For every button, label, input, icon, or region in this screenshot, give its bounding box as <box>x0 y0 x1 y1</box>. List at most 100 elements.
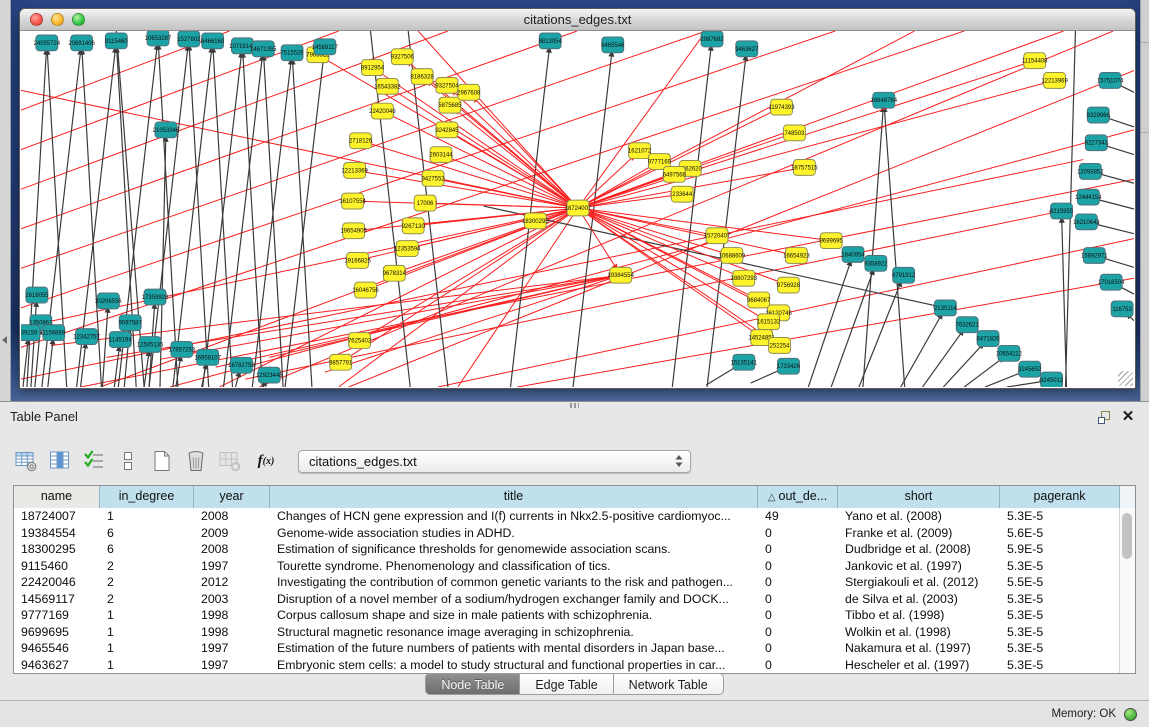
row-height-icon[interactable] <box>116 449 140 473</box>
graph-edge[interactable] <box>418 208 578 246</box>
column-header-in_degree[interactable]: in_degree <box>100 486 194 508</box>
graph-edge[interactable] <box>235 376 238 387</box>
graph-edge[interactable] <box>48 343 53 387</box>
graph-edge[interactable] <box>751 371 779 383</box>
window-resize-grip[interactable] <box>1118 371 1133 386</box>
graph-node-label: 17006 <box>417 201 434 207</box>
table-row[interactable]: 2242004622012Investigating the contribut… <box>14 574 1135 591</box>
table-row[interactable]: 1938455462009Genome-wide association stu… <box>14 525 1135 542</box>
graph-edge[interactable] <box>943 347 980 387</box>
graph-edge[interactable] <box>706 368 734 385</box>
graph-edge[interactable] <box>1121 287 1134 294</box>
column-header-year[interactable]: year <box>194 486 270 508</box>
graph-edge[interactable] <box>863 111 883 387</box>
graph-edge[interactable] <box>672 50 710 387</box>
graph-edge[interactable] <box>451 159 578 208</box>
graph-node-label: 18757515 <box>791 165 818 171</box>
graph-edge[interactable] <box>458 112 578 208</box>
table-cell: Dudbridge et al. (2008) <box>838 541 1000 558</box>
float-panel-icon[interactable] <box>1095 408 1113 426</box>
graph-edge[interactable] <box>923 334 961 387</box>
column-header-name[interactable]: name <box>14 486 100 508</box>
column-header-title[interactable]: title <box>270 486 758 508</box>
graph-edge[interactable] <box>573 56 611 387</box>
close-button[interactable] <box>30 13 43 26</box>
table-row[interactable]: 946554611997Estimation of the future num… <box>14 640 1135 657</box>
table-cell: Jankovic et al. (1997) <box>838 558 1000 575</box>
vertical-scrollbar[interactable] <box>1119 508 1135 673</box>
table-cell: 0 <box>758 525 838 542</box>
graph-node-label: 2967608 <box>457 90 481 96</box>
graph-edge[interactable] <box>1109 118 1134 126</box>
network-canvas[interactable]: 1872400718300295193845548912954165433822… <box>21 31 1134 387</box>
citation-network-graph[interactable]: 1872400718300295193845548912954165433822… <box>21 31 1134 387</box>
table-row[interactable]: 969969511998Structural magnetic resonanc… <box>14 624 1135 641</box>
zoom-button[interactable] <box>72 13 85 26</box>
table-panel-header: Table Panel ✕ <box>0 402 1149 431</box>
column-header-short[interactable]: short <box>838 486 1000 508</box>
graph-edge[interactable] <box>578 31 1064 208</box>
graph-edge[interactable] <box>243 57 262 387</box>
graph-edge[interactable] <box>985 373 1020 387</box>
column-header-pagerank[interactable]: pagerank <box>1000 486 1120 508</box>
tab-edge-table[interactable]: Edge Table <box>520 673 613 695</box>
show-columns-icon[interactable] <box>48 449 72 473</box>
column-header-out_de[interactable]: △out_de... <box>758 486 838 508</box>
graph-edge[interactable] <box>51 277 610 346</box>
table-cell: 1997 <box>194 657 270 674</box>
table-row[interactable]: 911546021997Tourette syndrome. Phenomeno… <box>14 558 1135 575</box>
table-row[interactable]: 1830029562008Estimation of significance … <box>14 541 1135 558</box>
graph-edge[interactable] <box>1097 224 1134 233</box>
graph-edge[interactable] <box>1120 85 1134 92</box>
delete-table-icon[interactable] <box>184 449 208 473</box>
table-row[interactable]: 1456911722003Disruption of a novel membe… <box>14 591 1135 608</box>
graph-edge[interactable] <box>578 208 615 266</box>
tab-network-table[interactable]: Network Table <box>614 673 724 695</box>
collapse-panel-arrow-icon[interactable] <box>2 336 7 344</box>
table-row[interactable]: 977716911998Corpus callosum shape and si… <box>14 607 1135 624</box>
graph-edge[interactable] <box>1007 382 1041 387</box>
graph-edge[interactable] <box>707 60 745 387</box>
graph-node-label: 9756928 <box>777 283 801 289</box>
select-rows-icon[interactable] <box>82 449 106 473</box>
graph-edge[interactable] <box>808 265 849 387</box>
window-titlebar[interactable]: citations_edges.txt <box>20 9 1135 31</box>
graph-edge[interactable] <box>224 60 262 387</box>
table-row[interactable]: 946362711997Embryonic stem cells: a mode… <box>14 657 1135 674</box>
graph-node-label: 15135141 <box>731 360 758 366</box>
graph-node-label: 1145194 <box>109 338 132 344</box>
graph-edge[interactable] <box>21 90 578 208</box>
graph-edge[interactable] <box>578 196 671 208</box>
new-table-icon[interactable] <box>150 449 174 473</box>
graph-node-label: 1621072 <box>628 149 651 155</box>
graph-edge[interactable] <box>1107 146 1134 155</box>
graph-edge[interactable] <box>458 208 578 387</box>
graph-edge[interactable] <box>1101 174 1134 183</box>
graph-edge[interactable] <box>293 64 312 387</box>
minimize-button[interactable] <box>51 13 64 26</box>
graph-edge[interactable] <box>517 278 1134 387</box>
graph-edge[interactable] <box>102 312 107 387</box>
graph-edge[interactable] <box>1099 200 1134 209</box>
graph-node-label: 8215955 <box>1050 209 1074 215</box>
graph-edge[interactable] <box>901 317 940 387</box>
close-panel-icon[interactable]: ✕ <box>1119 408 1137 426</box>
table-row[interactable]: 1872400712008Changes of HCN gene express… <box>14 508 1135 525</box>
graph-edge[interactable] <box>81 347 86 387</box>
function-builder-icon[interactable]: f(x) <box>252 449 280 473</box>
graph-edge[interactable] <box>144 355 148 387</box>
graph-edge[interactable] <box>859 285 900 387</box>
scrollbar-thumb[interactable] <box>1122 513 1132 559</box>
table-cell: 1 <box>100 607 194 624</box>
select-arrows-icon <box>674 454 684 468</box>
table-selector[interactable]: citations_edges.txt <box>298 450 691 473</box>
table-options-icon[interactable] <box>14 449 38 473</box>
graph-edge[interactable] <box>1105 259 1134 268</box>
table-type-tabs: Node TableEdge TableNetwork Table <box>0 673 1149 697</box>
graph-node-label: 2087682 <box>700 37 723 43</box>
tab-node-table[interactable]: Node Table <box>425 673 520 695</box>
graph-edge[interactable] <box>885 111 905 387</box>
graph-node-label: 9115460 <box>105 39 128 45</box>
graph-edge[interactable] <box>264 60 283 387</box>
splitter-handle[interactable] <box>570 403 579 408</box>
